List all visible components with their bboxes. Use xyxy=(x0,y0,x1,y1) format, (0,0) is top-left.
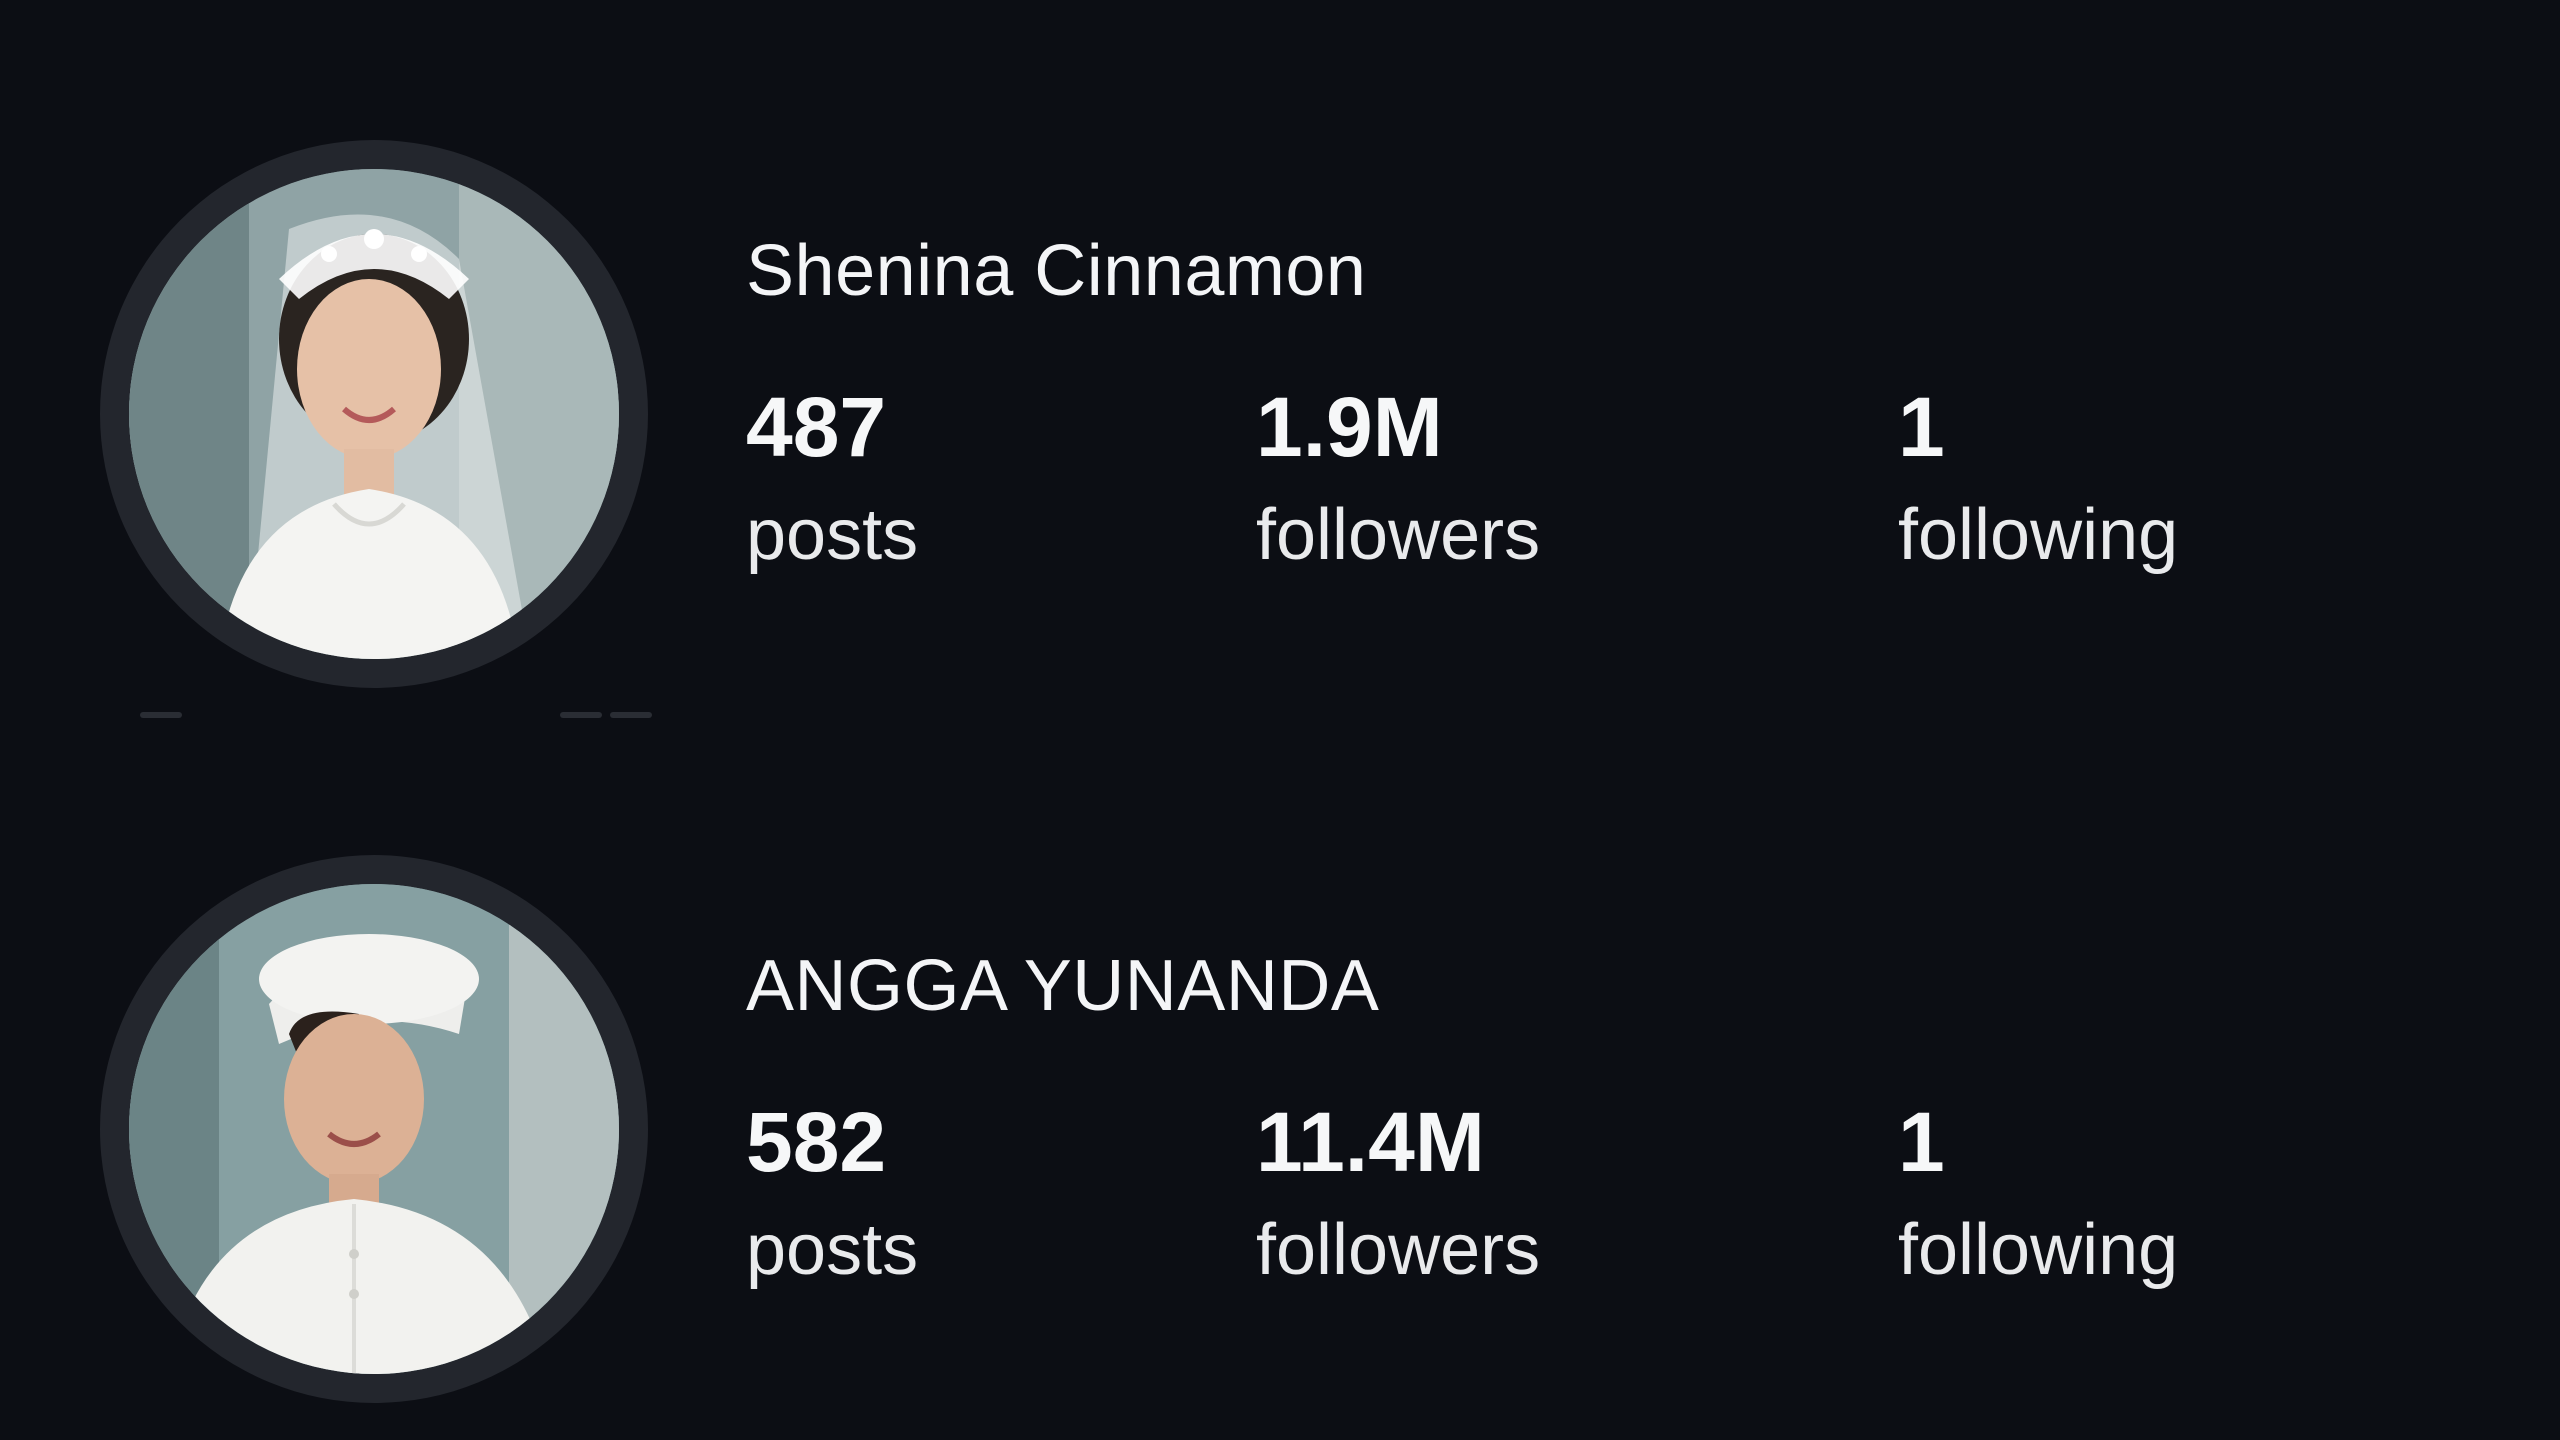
stat-following[interactable]: 1 following xyxy=(1898,385,2178,571)
profile-card-angga: ANGGA YUNANDA 582 posts 11.4M followers … xyxy=(0,855,2560,1415)
following-count: 1 xyxy=(1898,380,1945,474)
profile-info: Shenina Cinnamon 487 posts 1.9M follower… xyxy=(746,140,2446,688)
profile-photo-bride-icon xyxy=(129,169,619,659)
stat-posts[interactable]: 487 posts xyxy=(746,385,918,571)
profile-photo-groom-icon xyxy=(129,884,619,1374)
divider xyxy=(140,712,700,722)
posts-label: posts xyxy=(746,495,919,575)
followers-count: 1.9M xyxy=(1256,380,1443,474)
stat-posts[interactable]: 582 posts xyxy=(746,1100,918,1286)
following-label: following xyxy=(1898,1210,2179,1290)
avatar[interactable] xyxy=(129,169,619,659)
avatar-ring[interactable] xyxy=(100,140,648,688)
stat-followers[interactable]: 1.9M followers xyxy=(1256,385,1540,571)
stat-following[interactable]: 1 following xyxy=(1898,1100,2178,1286)
profile-name[interactable]: Shenina Cinnamon xyxy=(746,230,1366,312)
followers-count: 11.4M xyxy=(1256,1095,1485,1189)
posts-count: 487 xyxy=(746,380,887,474)
screen: Shenina Cinnamon 487 posts 1.9M follower… xyxy=(0,0,2560,1440)
stat-followers[interactable]: 11.4M followers xyxy=(1256,1100,1540,1286)
following-label: following xyxy=(1898,495,2179,575)
profile-info: ANGGA YUNANDA 582 posts 11.4M followers … xyxy=(746,855,2446,1403)
profile-card-shenina: Shenina Cinnamon 487 posts 1.9M follower… xyxy=(0,140,2560,700)
profile-name[interactable]: ANGGA YUNANDA xyxy=(746,945,1379,1027)
avatar[interactable] xyxy=(129,884,619,1374)
posts-label: posts xyxy=(746,1210,919,1290)
posts-count: 582 xyxy=(746,1095,887,1189)
followers-label: followers xyxy=(1256,1210,1541,1290)
avatar-ring[interactable] xyxy=(100,855,648,1403)
following-count: 1 xyxy=(1898,1095,1945,1189)
followers-label: followers xyxy=(1256,495,1541,575)
